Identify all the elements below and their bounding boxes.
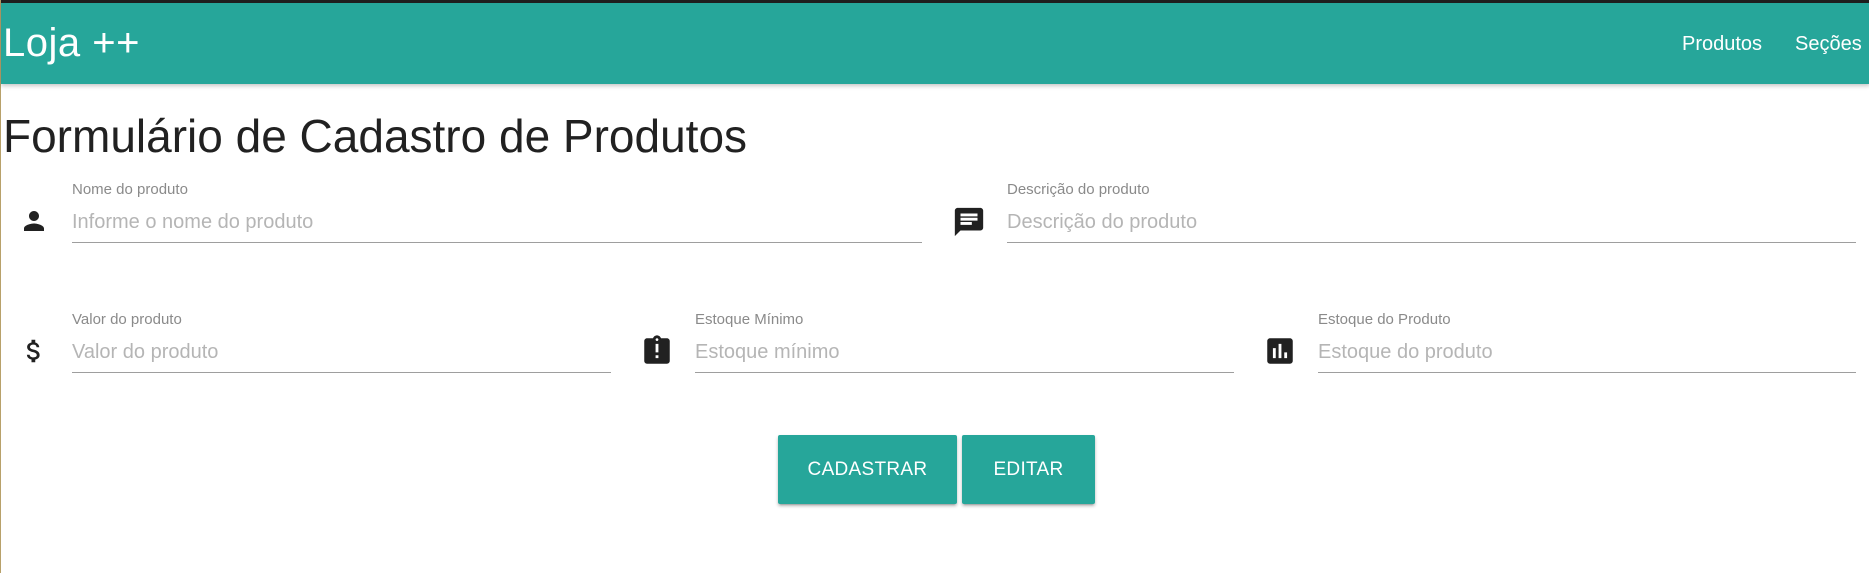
nav-link-secoes[interactable]: Seções — [1795, 33, 1862, 56]
valor-input[interactable] — [72, 333, 611, 373]
estoque-minimo-label: Estoque Mínimo — [695, 311, 804, 328]
bar-chart-icon — [1263, 334, 1297, 368]
estoque-input[interactable] — [1318, 333, 1856, 373]
nome-field-group: Nome do produto — [72, 181, 922, 251]
nome-label: Nome do produto — [72, 181, 188, 198]
dollar-icon — [19, 336, 49, 366]
valor-field-group: Valor do produto — [72, 311, 611, 381]
clipboard-alert-icon — [640, 334, 674, 368]
top-navbar: Loja ++ Produtos Seções — [1, 0, 1869, 84]
descricao-label: Descrição do produto — [1007, 181, 1150, 198]
estoque-minimo-input[interactable] — [695, 333, 1234, 373]
editar-button[interactable]: EDITAR — [962, 435, 1095, 504]
estoque-label: Estoque do Produto — [1318, 311, 1451, 328]
valor-label: Valor do produto — [72, 311, 182, 328]
page-title: Formulário de Cadastro de Produtos — [3, 110, 748, 162]
nav-link-produtos[interactable]: Produtos — [1682, 33, 1762, 56]
estoque-minimo-field-group: Estoque Mínimo — [695, 311, 1234, 381]
brand-logo[interactable]: Loja ++ — [3, 23, 140, 63]
nome-input[interactable] — [72, 203, 922, 243]
descricao-field-group: Descrição do produto — [1007, 181, 1856, 251]
cadastrar-button[interactable]: CADASTRAR — [778, 435, 957, 504]
descricao-input[interactable] — [1007, 203, 1856, 243]
person-icon — [19, 206, 49, 236]
chat-message-icon — [952, 205, 986, 239]
estoque-field-group: Estoque do Produto — [1318, 311, 1856, 381]
